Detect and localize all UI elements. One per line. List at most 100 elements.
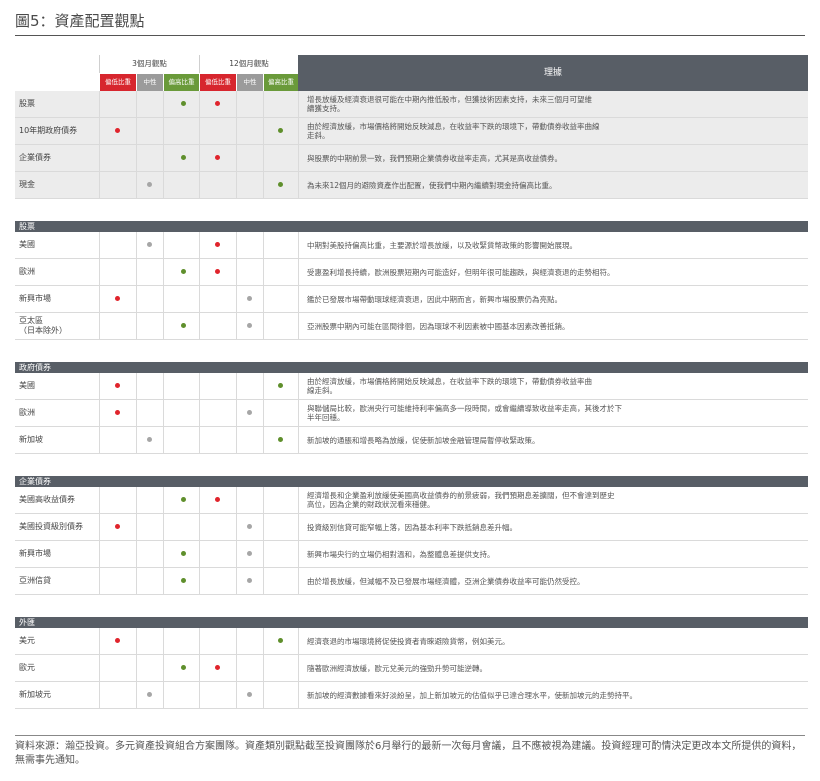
row-label: 美國: [19, 381, 35, 390]
view-3m-dot: [147, 692, 152, 697]
header-3m-neutral: 中性: [136, 74, 163, 91]
view-3m-dot: [115, 638, 120, 643]
column-divider: [99, 487, 100, 513]
column-divider: [136, 373, 137, 399]
column-divider: [298, 568, 299, 594]
column-divider: [99, 172, 100, 198]
column-divider: [136, 568, 137, 594]
column-divider: [199, 655, 200, 681]
column-divider: [236, 568, 237, 594]
row-reason: 由於經濟放緩，市場價格將開始反映減息，在收益率下跌的環境下，帶動債券收益率曲線 …: [307, 122, 600, 140]
table-row: 新興市場 新興市場央行的立場仍相對溫和，為整體息差提供支持。: [15, 541, 808, 568]
column-divider: [298, 145, 299, 171]
column-divider: [263, 145, 264, 171]
column-divider: [163, 286, 164, 312]
column-divider: [136, 400, 137, 426]
table-row: 新加坡元 新加坡的經濟數據看來好淡紛呈，加上新加坡元的估值似乎已達合理水平，使新加…: [15, 682, 808, 709]
column-divider: [99, 400, 100, 426]
column-divider: [298, 91, 299, 117]
column-divider: [99, 145, 100, 171]
column-divider: [199, 400, 200, 426]
row-reason: 經濟增長和企業盈利放緩使美國高收益債券的前景疲弱，我們預期息差擴闊，但不會達到歷…: [307, 491, 615, 509]
column-divider: [163, 487, 164, 513]
column-divider: [163, 118, 164, 144]
column-divider: [263, 655, 264, 681]
column-divider: [298, 400, 299, 426]
row-label: 新加坡: [19, 435, 43, 444]
column-divider: [298, 313, 299, 339]
column-divider: [199, 118, 200, 144]
column-divider: [136, 118, 137, 144]
view-12m-dot: [215, 155, 220, 160]
header-12m-underweight: 偏低比重: [199, 74, 236, 91]
header-3m-underweight: 偏低比重: [99, 74, 136, 91]
table-row: 美國 由於經濟放緩，市場價格將開始反映減息，在收益率下跌的環境下，帶動債券收益率曲…: [15, 373, 808, 400]
column-divider: [136, 172, 137, 198]
row-reason: 受惠盈利增長持續，歐洲股票短期內可能造好，但明年很可能趨跌，與經濟衰退的走勢相符…: [307, 267, 615, 277]
view-12m-dot: [278, 128, 283, 133]
column-divider: [163, 514, 164, 540]
section-header: 政府債券: [15, 362, 808, 373]
column-divider: [199, 259, 200, 285]
row-label: 亞洲信貸: [19, 576, 51, 585]
row-reason: 新加坡的通脹和增長略為放緩，促使新加坡金融管理局暫停收緊政策。: [307, 435, 540, 445]
column-divider: [263, 373, 264, 399]
column-divider: [163, 541, 164, 567]
row-label: 歐洲: [19, 408, 35, 417]
column-divider: [298, 373, 299, 399]
view-12m-dot: [215, 269, 220, 274]
view-3m-dot: [181, 269, 186, 274]
column-divider: [263, 487, 264, 513]
view-12m-dot: [278, 437, 283, 442]
column-divider: [99, 232, 100, 258]
column-divider: [236, 655, 237, 681]
header-3m-overweight: 偏高比重: [163, 74, 199, 91]
table-row: 美國高收益債券 經濟增長和企業盈利放緩使美國高收益債券的前景疲弱，我們預期息差擴闊…: [15, 487, 808, 514]
column-divider: [199, 541, 200, 567]
column-divider: [263, 313, 264, 339]
column-divider: [163, 232, 164, 258]
table-header: 3個月觀點 12個月觀點 偏低比重 中性 偏高比重 偏低比重 中性 偏高比重 理…: [15, 55, 808, 91]
row-label: 股票: [19, 99, 35, 108]
row-reason: 由於經濟放緩，市場價格將開始反映減息，在收益率下跌的環境下，帶動債券收益率曲 線…: [307, 377, 592, 395]
column-divider: [298, 655, 299, 681]
view-3m-dot: [115, 383, 120, 388]
row-label: 歐元: [19, 663, 35, 672]
table-row: 歐洲 與聯儲局比較，歐洲央行可能維持利率偏高多一段時間，或會繼續導致收益率走高，其…: [15, 400, 808, 427]
asset-allocation-table: 3個月觀點 12個月觀點 偏低比重 中性 偏高比重 偏低比重 中性 偏高比重 理…: [15, 55, 808, 709]
column-divider: [298, 286, 299, 312]
row-reason: 投資級別信貸可能窄幅上落，因為基本利率下跌抵銷息差升幅。: [307, 522, 517, 532]
row-reason: 由於增長放緩，但減幅不及已發展市場經濟體，亞洲企業債券收益率可能仍然受控。: [307, 576, 585, 586]
column-divider: [298, 514, 299, 540]
column-divider: [298, 232, 299, 258]
row-reason: 新加坡的經濟數據看來好淡紛呈，加上新加坡元的估值似乎已達合理水平，使新加坡元的走…: [307, 690, 637, 700]
column-divider: [163, 628, 164, 654]
column-divider: [199, 568, 200, 594]
column-divider: [263, 172, 264, 198]
table-row: 企業債券 與股票的中期前景一致，我們預期企業債券收益率走高，尤其是高收益債券。: [15, 145, 808, 172]
view-12m-dot: [278, 383, 283, 388]
view-3m-dot: [181, 497, 186, 502]
column-divider: [136, 655, 137, 681]
row-label: 美元: [19, 636, 35, 645]
column-divider: [298, 259, 299, 285]
view-3m-dot: [115, 128, 120, 133]
column-divider: [163, 172, 164, 198]
column-divider: [136, 286, 137, 312]
view-12m-dot: [247, 296, 252, 301]
row-reason: 與聯儲局比較，歐洲央行可能維持利率偏高多一段時間，或會繼續導致收益率走高，其後才…: [307, 404, 622, 422]
column-divider: [99, 427, 100, 453]
view-12m-dot: [247, 551, 252, 556]
column-divider: [298, 541, 299, 567]
header-3m: 3個月觀點: [99, 55, 199, 73]
view-12m-dot: [247, 524, 252, 529]
column-divider: [199, 172, 200, 198]
row-label: 美國投資級別債券: [19, 522, 83, 531]
view-12m-dot: [247, 692, 252, 697]
column-divider: [298, 487, 299, 513]
header-reason: 理據: [298, 55, 808, 91]
column-divider: [163, 145, 164, 171]
column-divider: [236, 313, 237, 339]
table-row: 新加坡 新加坡的通脹和增長略為放緩，促使新加坡金融管理局暫停收緊政策。: [15, 427, 808, 454]
view-3m-dot: [147, 242, 152, 247]
